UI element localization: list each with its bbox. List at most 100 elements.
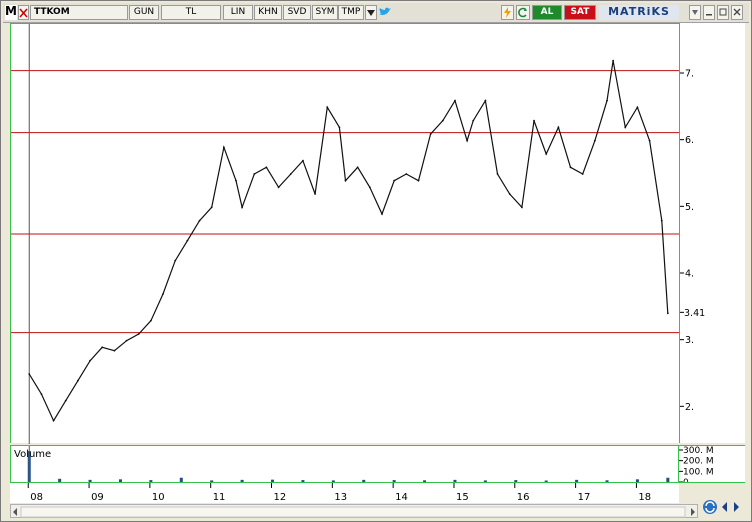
symbol-field[interactable]: TTKOM	[30, 5, 128, 20]
x-tick-label: 10	[152, 492, 165, 503]
horizontal-scrollbar[interactable]	[10, 504, 698, 518]
volume-tick-label: 300. M	[683, 446, 714, 456]
menu-button[interactable]: M	[5, 5, 17, 20]
scroll-right-icon[interactable]	[691, 508, 695, 516]
price-chart-svg	[11, 24, 680, 444]
volume-panel[interactable]: Volume	[10, 445, 679, 483]
price-point	[636, 106, 639, 109]
x-tick-label: 09	[91, 492, 104, 503]
price-point	[545, 153, 548, 155]
price-point	[222, 146, 225, 149]
scrollbar-svg	[13, 506, 695, 518]
price-point	[557, 126, 560, 129]
nav-left-icon[interactable]	[722, 502, 727, 512]
volume-title: Volume	[14, 449, 52, 460]
y-tick-label: 4.	[685, 269, 694, 280]
nav-right-icon[interactable]	[734, 502, 739, 512]
volume-bar	[544, 480, 548, 482]
sym-button[interactable]: SYM	[312, 5, 338, 20]
price-point	[28, 373, 31, 375]
lightning-icon[interactable]	[501, 5, 514, 20]
price-point	[593, 139, 596, 142]
buy-button[interactable]: AL	[532, 5, 562, 20]
price-point	[581, 173, 584, 175]
sync-icon[interactable]	[703, 500, 717, 514]
maximize-icon[interactable]	[717, 5, 729, 20]
volume-bar	[453, 479, 457, 482]
y-tick-label: 2.	[685, 402, 694, 413]
price-point	[417, 179, 420, 182]
toolbar: M TTKOM GUN TL LIN KHN SVD SYM TMP AL SA…	[3, 3, 749, 23]
price-point	[113, 349, 116, 352]
currency-select[interactable]: TL	[161, 5, 221, 20]
close-icon[interactable]	[731, 5, 743, 20]
y-tick-label: 7.	[685, 69, 694, 80]
price-point	[186, 239, 189, 242]
price-point	[520, 206, 523, 209]
price-point	[77, 379, 79, 382]
volume-bar	[331, 480, 335, 482]
price-point	[253, 173, 256, 175]
volume-bar	[362, 479, 366, 482]
price-point	[162, 293, 164, 295]
y-tick-label: 5.	[685, 202, 694, 213]
price-point	[314, 193, 316, 195]
scroll-left-icon[interactable]	[13, 508, 17, 516]
volume-bar	[575, 479, 579, 482]
price-plot[interactable]	[10, 23, 680, 444]
volume-bar	[483, 480, 487, 482]
price-point	[89, 359, 91, 362]
navigation-controls	[701, 497, 745, 517]
price-point	[666, 312, 669, 315]
x-tick-label: 11	[213, 492, 226, 503]
price-point	[338, 126, 341, 129]
price-point	[356, 166, 359, 169]
twitter-icon[interactable]	[378, 5, 392, 20]
minimize-icon[interactable]	[703, 5, 715, 20]
volume-bar	[210, 480, 214, 482]
volume-bar	[88, 479, 92, 482]
price-point	[569, 166, 572, 169]
collapse-icon[interactable]	[689, 5, 701, 20]
refresh-icon[interactable]	[516, 5, 530, 20]
tmp-button[interactable]: TMP	[338, 5, 364, 20]
price-point	[429, 133, 432, 135]
volume-bar	[605, 480, 609, 482]
x-axis: 08 09 10 11 12 13 14 15 16 17 18	[10, 483, 679, 503]
volume-bar	[514, 480, 518, 482]
scroll-track[interactable]	[20, 506, 686, 518]
price-point	[624, 126, 627, 129]
khn-button[interactable]: KHN	[254, 5, 282, 20]
price-point	[533, 119, 535, 122]
price-point	[344, 179, 347, 182]
price-point	[472, 119, 475, 122]
volume-bar	[392, 480, 396, 482]
price-point	[612, 59, 614, 62]
price-point	[137, 333, 140, 335]
x-tick-label: 13	[334, 492, 347, 503]
volume-tick-label: 100. M	[683, 467, 714, 477]
volume-y-axis: 300. M200. M100. M0	[679, 445, 745, 488]
volume-bar	[58, 478, 62, 482]
svd-button[interactable]: SVD	[283, 5, 311, 20]
price-point	[40, 393, 43, 395]
period-select[interactable]: GUN	[129, 5, 159, 20]
sell-button[interactable]: SAT	[564, 5, 596, 20]
price-point	[606, 99, 608, 102]
chevron-down-icon[interactable]	[365, 5, 377, 20]
scale-linear-button[interactable]: LIN	[223, 5, 253, 20]
x-axis-svg: 08 09 10 11 12 13 14 15 16 17 18	[27, 483, 651, 503]
volume-bar	[149, 480, 153, 482]
edit-icon[interactable]	[18, 5, 29, 20]
x-tick-label: 18	[638, 492, 651, 503]
price-point	[441, 119, 444, 122]
price-point	[381, 213, 383, 215]
price-point	[393, 179, 396, 182]
price-point	[64, 399, 67, 402]
price-point	[174, 259, 177, 262]
volume-bar	[301, 480, 305, 482]
price-point	[241, 206, 244, 209]
price-point	[52, 419, 55, 422]
price-point	[101, 346, 104, 349]
volume-bar	[635, 479, 639, 482]
